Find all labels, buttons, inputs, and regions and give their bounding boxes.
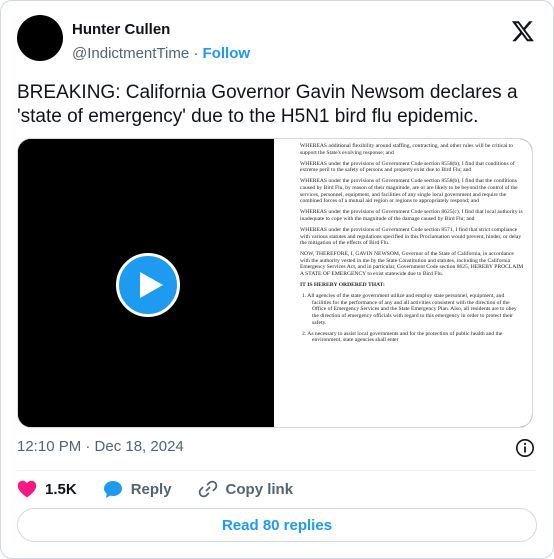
author-name[interactable]: Hunter Cullen <box>72 21 170 38</box>
copy-link-button[interactable]: Copy link <box>198 479 294 499</box>
doc-paragraph: WHEREAS additional flexibility around st… <box>300 143 514 156</box>
doc-ordered-heading: IT IS HEREBY ORDERED THAT: <box>300 282 385 289</box>
tweet-header: Hunter Cullen @IndictmentTime · Follow <box>17 15 537 63</box>
tweet-card: Hunter Cullen @IndictmentTime · Follow B… <box>0 0 554 559</box>
proclamation-document: WHEREAS additional flexibility around st… <box>274 139 532 427</box>
action-bar: 1.5K Reply Copy link <box>17 478 319 500</box>
reply-label: Reply <box>130 480 172 498</box>
doc-paragraph: NOW, THEREFORE, I, GAVIN NEWSOM, Governo… <box>300 251 524 277</box>
doc-list-item: 1. All agencies of the state government … <box>302 293 517 326</box>
info-icon[interactable] <box>515 438 535 458</box>
like-button[interactable]: 1.5K <box>17 480 77 498</box>
x-logo-icon[interactable] <box>511 19 535 43</box>
author-handle-row: @IndictmentTime · Follow <box>72 45 250 62</box>
separator-dot: · <box>193 45 199 62</box>
tweet-text: BREAKING: California Governor Gavin News… <box>17 82 518 127</box>
doc-paragraph: WHEREAS under the provisions of Governme… <box>300 160 515 174</box>
play-icon <box>140 272 163 298</box>
copy-link-label: Copy link <box>225 480 294 498</box>
doc-paragraph: WHEREAS under the provisions of Governme… <box>300 209 523 222</box>
doc-paragraph: WHEREAS under the provisions of Governme… <box>300 226 522 247</box>
play-button[interactable] <box>116 253 180 317</box>
reply-bubble-icon <box>103 480 122 498</box>
doc-paragraph: WHEREAS under the provisions of Governme… <box>300 178 518 205</box>
heart-icon <box>17 480 37 498</box>
tweet-timestamp[interactable]: 12:10 PM · Dec 18, 2024 <box>17 438 184 455</box>
doc-list-item: 2. As necessary to assist local governme… <box>302 330 503 344</box>
link-icon <box>198 480 217 498</box>
author-handle[interactable]: @IndictmentTime <box>72 45 189 62</box>
divider <box>17 470 537 471</box>
like-count: 1.5K <box>45 480 77 498</box>
video-player[interactable]: WHEREAS additional flexibility around st… <box>17 138 533 428</box>
read-replies-button[interactable]: Read 80 replies <box>17 508 537 542</box>
avatar[interactable] <box>17 15 63 61</box>
follow-button[interactable]: Follow <box>203 45 251 62</box>
reply-button[interactable]: Reply <box>103 480 172 499</box>
